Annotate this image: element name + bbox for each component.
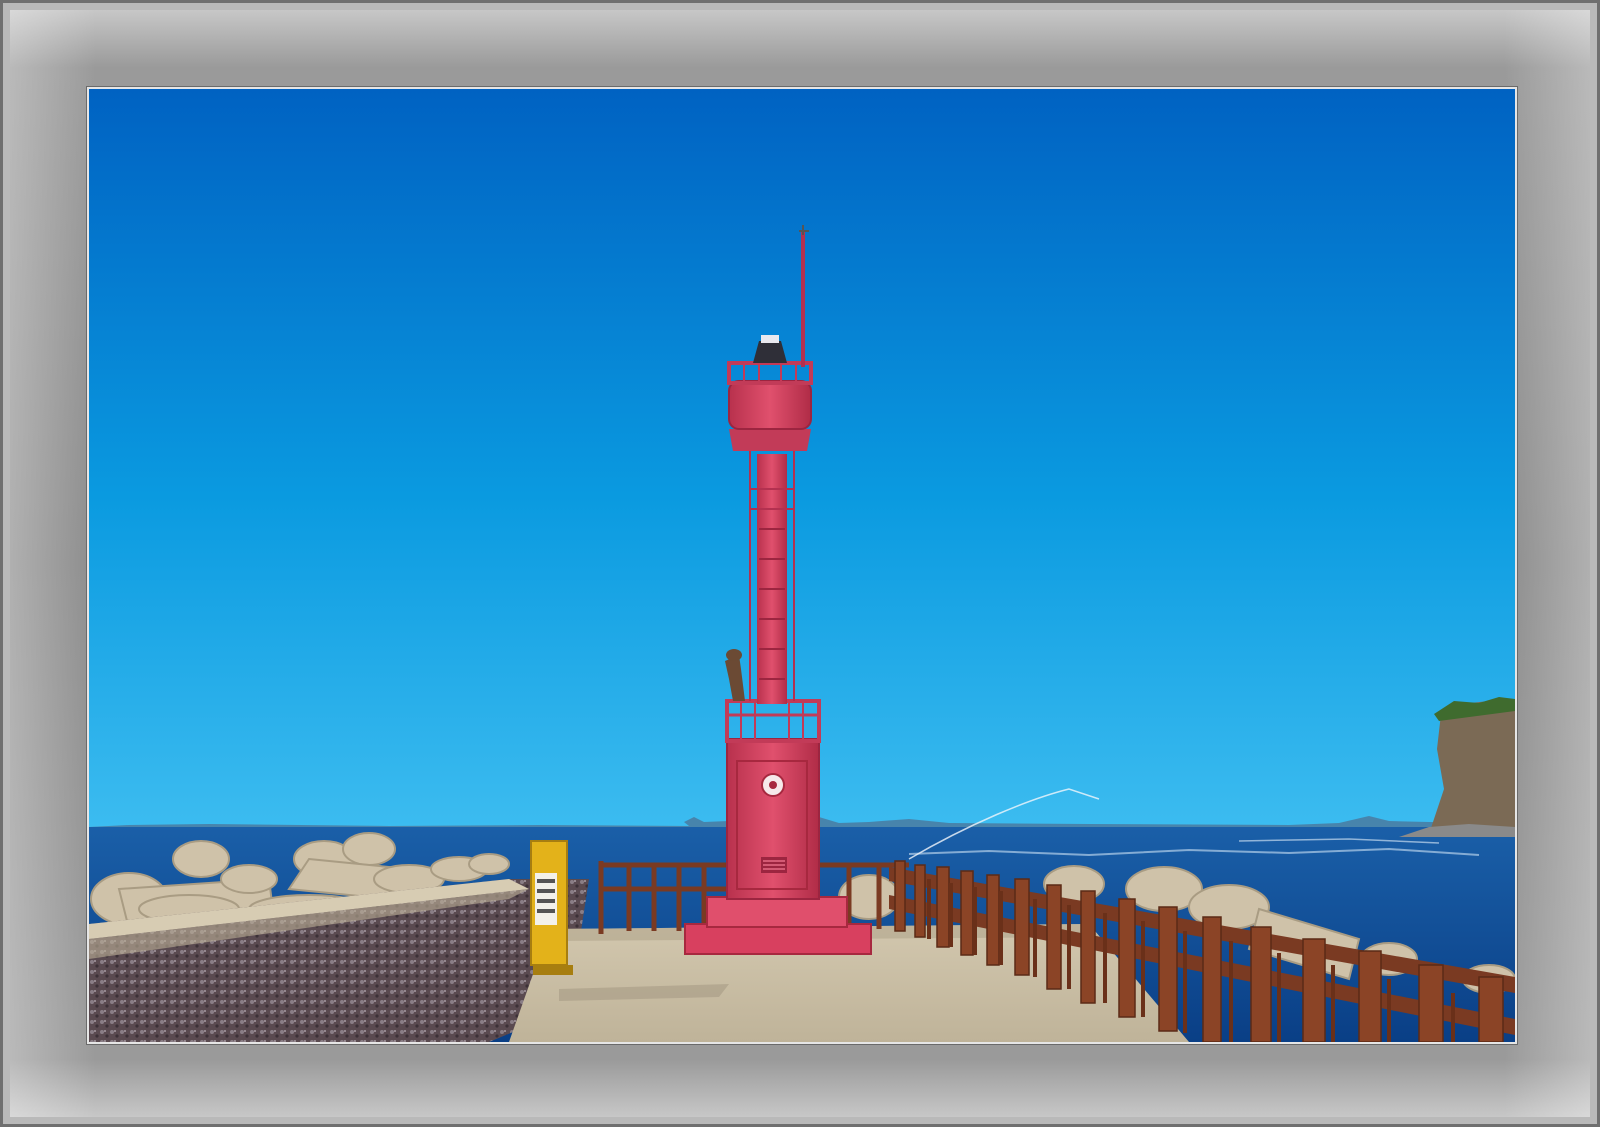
info-sign-box <box>530 840 573 975</box>
lighthouse-scene <box>89 89 1515 1042</box>
photo <box>87 87 1517 1044</box>
